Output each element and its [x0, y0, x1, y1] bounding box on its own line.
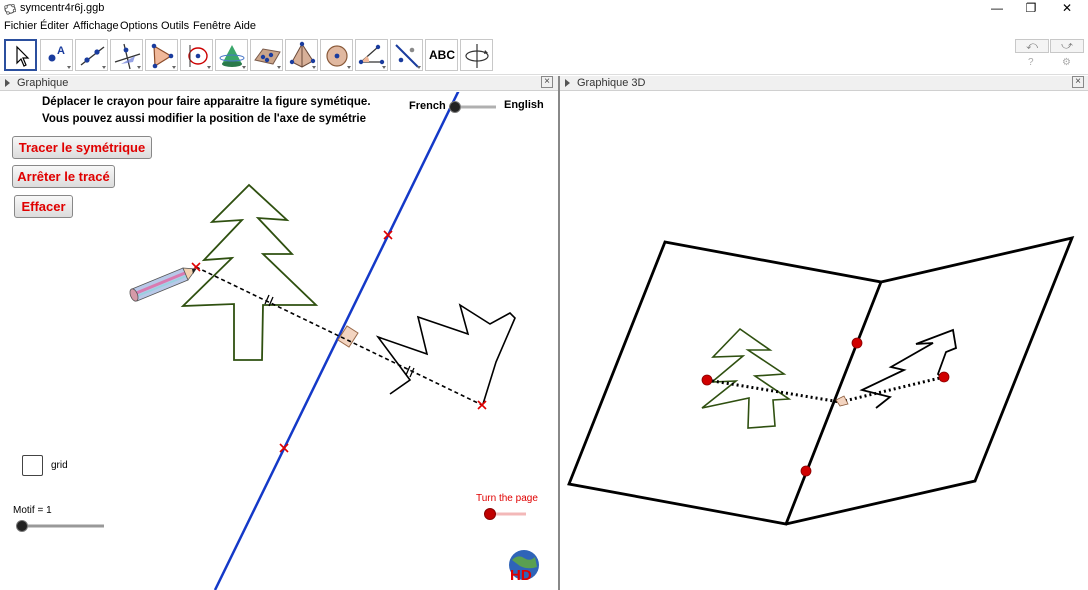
instruction-line-2: Vous pouvez aussi modifier la position d… — [42, 113, 366, 125]
perpendicular-tool[interactable] — [110, 39, 143, 71]
intersect-tool[interactable] — [215, 39, 248, 71]
trace-symmetric-button[interactable]: Tracer le symétrique — [12, 136, 152, 159]
instruction-line-1: Déplacer le crayon pour faire apparaitre… — [42, 96, 371, 108]
move-tool[interactable] — [4, 39, 37, 71]
stop-trace-button[interactable]: Arrêter le tracé — [12, 165, 115, 188]
text-tool[interactable]: ABC — [425, 39, 458, 71]
plane-points-icon — [254, 48, 281, 69]
pencil-icon[interactable] — [128, 267, 197, 302]
net-tool[interactable] — [320, 39, 353, 71]
settings-icon[interactable]: ⚙ — [1062, 57, 1071, 68]
language-french-label: French — [409, 100, 446, 112]
3d-axis-point-top[interactable] — [851, 337, 863, 349]
reflect-tool[interactable] — [390, 39, 423, 71]
pyramid-icon — [289, 41, 316, 69]
menu-outils[interactable]: Outils — [161, 20, 189, 32]
rotate-view-tool[interactable] — [460, 39, 493, 71]
help-icon[interactable]: ? — [1028, 57, 1034, 68]
turn-page-slider-handle[interactable] — [484, 508, 496, 520]
perpendicular-line-icon — [114, 43, 141, 70]
polygon-tool[interactable] — [145, 39, 178, 71]
close-button[interactable]: ✕ — [1050, 0, 1084, 18]
panel-3d-expand-icon[interactable] — [565, 79, 570, 87]
motif-label: Motif = 1 — [13, 505, 52, 516]
menu-editer[interactable]: Éditer — [40, 20, 69, 32]
3d-pencil-point[interactable] — [701, 374, 713, 386]
cone-icon — [219, 45, 246, 69]
redo-button[interactable]: ⤻ — [1050, 39, 1084, 53]
menu-aide[interactable]: Aide — [234, 20, 256, 32]
panel-expand-icon[interactable] — [5, 79, 10, 87]
original-tree-shape — [180, 183, 319, 361]
circle-tool[interactable] — [180, 39, 213, 71]
toolbar: A ABC ⤺ ⤻ ? ⚙ — [0, 35, 1088, 75]
close-graphics-panel-icon[interactable]: × — [541, 76, 553, 88]
rotate-3d-view-icon — [465, 44, 489, 68]
menu-bar: Fichier Éditer Affichage Options Outils … — [0, 18, 1088, 35]
close-graphics-3d-panel-icon[interactable]: × — [1072, 76, 1084, 88]
globe-logo-icon: HD — [509, 550, 539, 584]
menu-affichage[interactable]: Affichage — [73, 20, 119, 32]
graphics-panel-title: Graphique — [17, 77, 69, 89]
3d-image-point — [938, 371, 950, 383]
angle-icon — [358, 44, 386, 69]
graphics-3d-panel-header: Graphique 3D × — [560, 76, 1088, 91]
point-tool[interactable]: A — [40, 39, 73, 71]
3d-axis-point-bottom[interactable] — [800, 465, 812, 477]
sphere-icon — [326, 45, 351, 69]
polygon-icon — [151, 43, 176, 69]
left-page-plane — [567, 240, 883, 526]
language-slider-handle[interactable] — [449, 101, 461, 113]
language-english-label: English — [504, 99, 544, 111]
grid-checkbox[interactable] — [22, 455, 43, 476]
grid-label: grid — [51, 460, 68, 471]
3d-right-angle-marker — [835, 395, 849, 407]
restore-button[interactable]: ❐ — [1014, 0, 1048, 18]
line-icon — [80, 46, 106, 69]
reflect-line-icon — [395, 44, 421, 69]
3d-original-tree — [701, 327, 792, 429]
cursor-arrow-icon — [16, 45, 30, 67]
svg-text:A: A — [57, 45, 65, 57]
line-tool[interactable] — [75, 39, 108, 71]
sphere-tool[interactable] — [250, 39, 283, 71]
undo-button[interactable]: ⤺ — [1015, 39, 1049, 53]
text-tool-label: ABC — [429, 48, 455, 62]
clear-button[interactable]: Effacer — [14, 195, 73, 218]
image-point — [477, 400, 487, 410]
window-title: symcentr4r6j.ggb — [20, 2, 105, 14]
minimize-button[interactable]: — — [980, 0, 1014, 18]
turn-page-label: Turn the page — [476, 493, 538, 504]
3d-reflected-tree — [859, 328, 958, 409]
motif-slider-handle[interactable] — [16, 520, 28, 532]
graphics-3d-panel-title: Graphique 3D — [577, 77, 646, 89]
3d-symmetry-segment — [706, 375, 945, 404]
pyramid-tool[interactable] — [285, 39, 318, 71]
reflected-tree-trace — [375, 303, 516, 405]
title-bar: symcentr4r6j.ggb — ❐ ✕ — [0, 0, 1088, 18]
graphics-3d-canvas[interactable] — [560, 92, 1088, 590]
circle-icon — [188, 45, 211, 69]
point-icon: A — [48, 45, 71, 69]
menu-options[interactable]: Options — [120, 20, 158, 32]
menu-fenetre[interactable]: Fenêtre — [193, 20, 231, 32]
logo-text: HD — [510, 567, 532, 584]
angle-tool[interactable] — [355, 39, 388, 71]
menu-fichier[interactable]: Fichier — [4, 20, 37, 32]
geogebra-app-icon — [4, 3, 16, 15]
graphics-panel-header: Graphique × — [0, 76, 558, 91]
